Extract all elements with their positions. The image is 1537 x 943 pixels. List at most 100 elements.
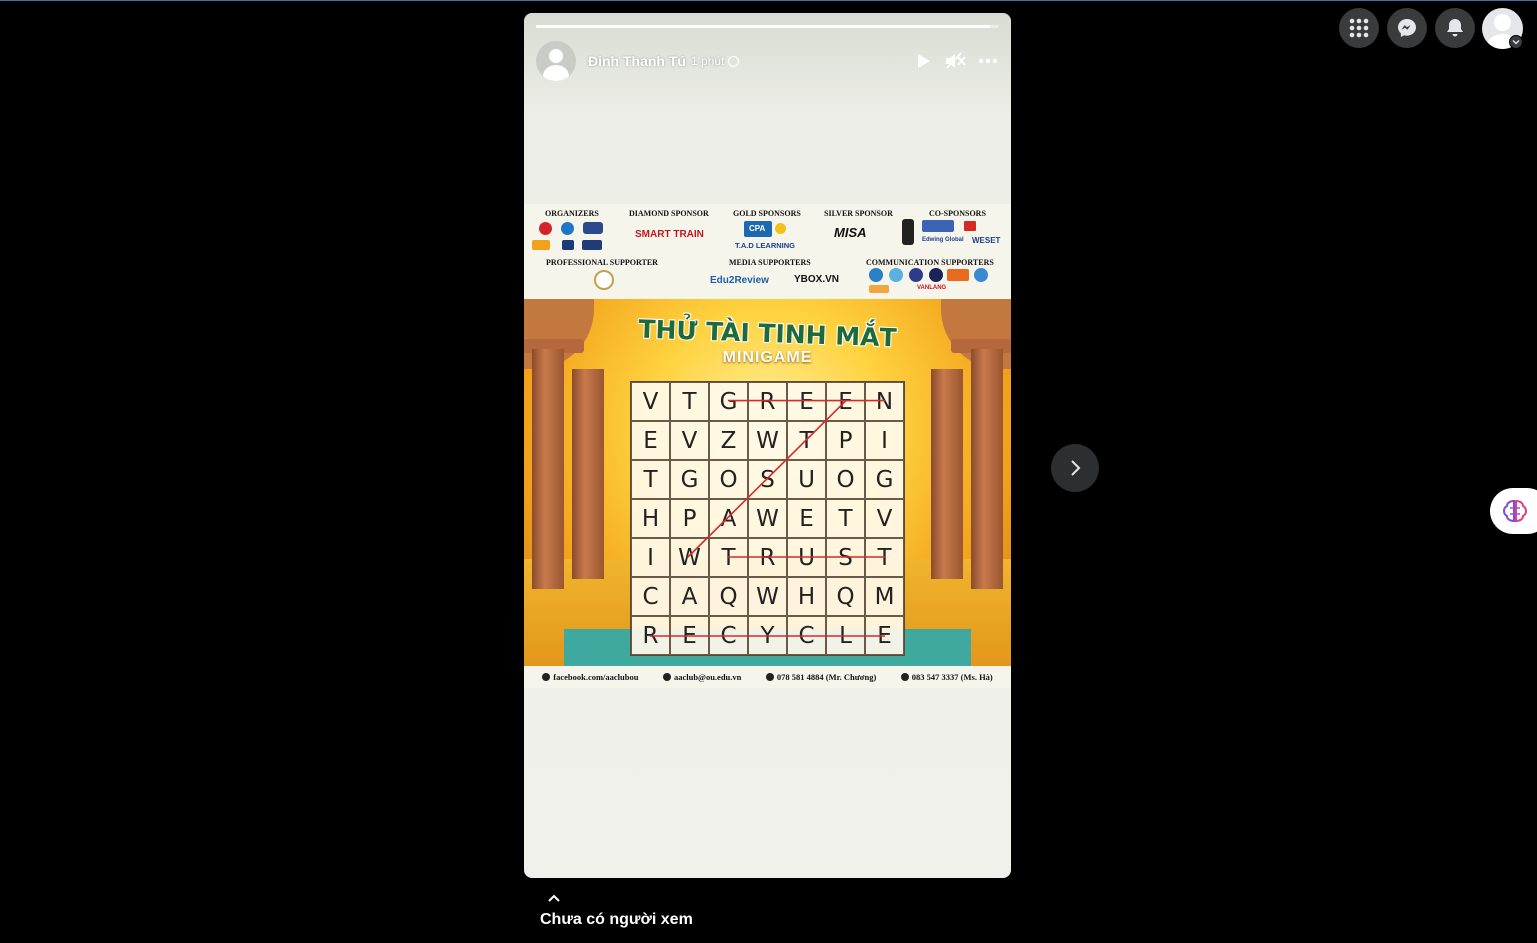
grid-cell: A xyxy=(670,577,709,616)
grid-cell: I xyxy=(865,421,904,460)
grid-cell: E xyxy=(670,616,709,655)
grid-cell: V xyxy=(631,382,670,421)
communication-logo xyxy=(929,268,943,282)
co-sponsor-logo xyxy=(922,220,954,232)
contact-band: facebook.com/aaclubou aaclub@ou.edu.vn 0… xyxy=(524,666,1011,688)
professional-supporter-label: PROFESSIONAL SUPPORTER xyxy=(546,258,658,267)
word-search-grid: VTGREENEVZWTPITGOSUOGHPAWETVIWTRUSTCAQWH… xyxy=(630,381,905,656)
organizer-logo xyxy=(562,240,574,250)
organizer-logo xyxy=(561,222,574,235)
grid-cell: W xyxy=(670,538,709,577)
grid-cell: T xyxy=(631,460,670,499)
grid-cell: E xyxy=(631,421,670,460)
contact-email: aaclub@ou.edu.vn xyxy=(662,672,742,682)
email-icon xyxy=(662,673,671,681)
story-viewers-label[interactable]: Chưa có người xem xyxy=(540,911,693,929)
grid-cell: L xyxy=(826,616,865,655)
organizer-logo xyxy=(582,240,602,250)
grid-cell: U xyxy=(787,538,826,577)
grid-cell: R xyxy=(748,538,787,577)
grid-cell: N xyxy=(865,382,904,421)
professional-supporter-logo xyxy=(594,270,614,290)
play-button[interactable] xyxy=(913,50,935,72)
messenger-icon xyxy=(1398,19,1416,37)
grid-cell: E xyxy=(787,382,826,421)
phone-text-1: 078 581 4884 (Mr. Chương) xyxy=(776,672,877,682)
story-progress-bar xyxy=(536,25,999,28)
pillar-left-outer xyxy=(532,349,564,589)
mute-icon xyxy=(946,52,966,69)
globe-icon xyxy=(728,55,740,67)
story-timestamp: 1 phút xyxy=(690,54,725,68)
account-menu-button[interactable] xyxy=(1509,35,1523,49)
chevron-up-icon[interactable] xyxy=(546,893,562,905)
organizers-label: ORGANIZERS xyxy=(545,209,599,218)
grid-cell: R xyxy=(631,616,670,655)
minigame-image: THỬ TÀI TINH MẮT MINIGAME VTGREENEVZWTPI… xyxy=(524,299,1011,666)
communication-logo xyxy=(909,268,923,282)
story-viewer[interactable]: Đinh Thanh Tú 1 phút ORGANIZERS DIAMOND … xyxy=(524,13,1011,878)
media-supporters-label: MEDIA SUPPORTERS xyxy=(729,258,811,267)
gold-sponsor-badge xyxy=(775,223,786,234)
vanlang-logo: VANLANG xyxy=(917,285,947,291)
grid-cell: H xyxy=(787,577,826,616)
messenger-button[interactable] xyxy=(1387,8,1427,48)
bell-icon xyxy=(1447,19,1463,37)
organizer-logo xyxy=(539,222,552,235)
story-author-avatar[interactable] xyxy=(536,41,576,81)
story-controls xyxy=(913,50,999,72)
grid-cell: P xyxy=(670,499,709,538)
grid-cell: A xyxy=(709,499,748,538)
play-icon xyxy=(918,54,930,68)
grid-cell: Q xyxy=(709,577,748,616)
communication-logo xyxy=(869,285,889,293)
notifications-button[interactable] xyxy=(1435,8,1475,48)
grid-cell: G xyxy=(709,382,748,421)
story-avatar-head xyxy=(549,49,563,63)
menu-button[interactable] xyxy=(1339,8,1379,48)
grid-cell: I xyxy=(631,538,670,577)
grid-cell: Z xyxy=(709,421,748,460)
story-progress-fill xyxy=(536,25,990,28)
grid-menu-icon xyxy=(1349,18,1369,38)
chevron-down-icon xyxy=(1512,40,1520,45)
email-text: aaclub@ou.edu.vn xyxy=(673,672,742,682)
grid-cell: M xyxy=(865,577,904,616)
contact-facebook: facebook.com/aaclubou xyxy=(542,672,638,682)
sponsor-banner: ORGANIZERS DIAMOND SPONSOR GOLD SPONSORS… xyxy=(524,204,1011,299)
mute-button[interactable] xyxy=(945,50,967,72)
grid-cell: T xyxy=(670,382,709,421)
story-avatar-body xyxy=(543,65,569,81)
grid-cell: H xyxy=(631,499,670,538)
more-options-button[interactable] xyxy=(977,50,999,72)
grid-cell: E xyxy=(826,382,865,421)
more-icon xyxy=(978,58,998,64)
grid-cell: T xyxy=(787,421,826,460)
next-story-button[interactable] xyxy=(1051,444,1099,492)
pillar-right-outer xyxy=(971,349,1003,589)
grid-cell: G xyxy=(670,460,709,499)
grid-cell: R xyxy=(748,382,787,421)
grid-cell: S xyxy=(826,538,865,577)
co-sponsor-statue-logo xyxy=(902,219,914,245)
diamond-sponsor-label: DIAMOND SPONSOR xyxy=(629,209,709,218)
grid-cell: T xyxy=(865,538,904,577)
story-author-name[interactable]: Đinh Thanh Tú xyxy=(588,53,686,69)
avatar-head xyxy=(1494,14,1511,31)
communication-logo xyxy=(869,268,883,282)
extension-button[interactable] xyxy=(1490,488,1537,534)
edwing-logo: Edwing Global xyxy=(922,237,964,243)
pillar-right-inner xyxy=(931,369,963,579)
grid-cell: T xyxy=(826,499,865,538)
grid-cell: W xyxy=(748,499,787,538)
phone-icon xyxy=(900,673,909,681)
contact-phone-2: 083 547 3337 (Ms. Hà) xyxy=(900,672,993,682)
grid-cell: W xyxy=(748,577,787,616)
grid-cell: Y xyxy=(748,616,787,655)
communication-logo xyxy=(974,268,988,282)
misa-logo: MISA xyxy=(834,225,867,240)
grid-cell: S xyxy=(748,460,787,499)
silver-sponsor-label: SILVER SPONSOR xyxy=(824,209,893,218)
weset-logo: WESET xyxy=(972,236,1001,245)
chevron-right-icon xyxy=(1071,460,1081,476)
